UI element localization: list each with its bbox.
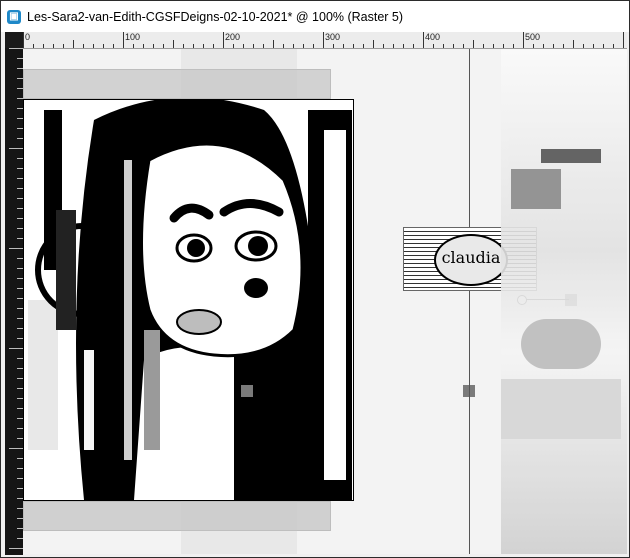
app-icon: ▣ [7,9,21,24]
ruler-tick [173,40,174,48]
ruler-tick [333,44,334,48]
ruler-tick [53,44,54,48]
ruler-tick [283,44,284,48]
ruler-label-400: 400 [425,32,441,42]
ruler-tick [243,44,244,48]
vertical-ruler-tick [9,548,23,549]
ruler-tick [373,40,374,48]
ruler-tick [483,44,484,48]
ruler-label-500: 500 [525,32,541,42]
ruler-tick [403,44,404,48]
ruler-tick [273,40,274,48]
ruler-tick [613,44,614,48]
vertical-ruler-tick [9,348,23,349]
ruler-tick [83,44,84,48]
ruler-tick [473,40,474,48]
ruler-tick [523,32,524,48]
image-canvas[interactable]: claudia [23,49,627,554]
ruler-corner [5,32,23,48]
ruler-tick [543,44,544,48]
ruler-tick [73,40,74,48]
ruler-tick [453,44,454,48]
ruler-tick [143,44,144,48]
ruler-tick [153,44,154,48]
ruler-tick [353,44,354,48]
ruler-tick [293,44,294,48]
watermark-text: claudia [441,248,501,267]
ruler-tick [183,44,184,48]
ruler-tick [573,40,574,48]
vertical-ruler-tick [9,248,23,249]
ruler-tick [223,32,224,48]
ruler-tick [443,44,444,48]
vertical-ruler-tick [9,148,23,149]
ruler-tick [113,44,114,48]
right-artwork [501,49,627,554]
ruler-tick [23,32,24,48]
ruler-tick [123,32,124,48]
ruler-tick [493,44,494,48]
ruler-tick [133,44,134,48]
ruler-tick [623,32,624,48]
ruler-tick [393,44,394,48]
ruler-tick [203,44,204,48]
horizontal-ruler[interactable]: 0 100 200 300 400 500 [23,32,627,49]
ruler-tick [463,44,464,48]
ruler-tick [63,44,64,48]
ruler-tick [433,44,434,48]
ruler-tick [103,44,104,48]
portrait-artwork [23,99,354,501]
ruler-tick [163,44,164,48]
ruler-tick [263,44,264,48]
window-title: Les-Sara2-van-Edith-CGSFDeigns-02-10-202… [27,9,404,24]
ruler-tick [233,44,234,48]
ruler-tick [583,44,584,48]
ruler-tick [303,44,304,48]
document-window: ▣ Les-Sara2-van-Edith-CGSFDeigns-02-10-2… [0,0,630,558]
ruler-tick [363,44,364,48]
ruler-tick [593,44,594,48]
ruler-tick [253,44,254,48]
ruler-label-0: 0 [25,32,31,42]
watermark-circle: claudia [434,234,508,286]
ruler-tick [563,44,564,48]
ruler-tick [43,44,44,48]
vertical-ruler[interactable] [5,48,23,555]
ruler-label-100: 100 [125,32,141,42]
ruler-tick [213,44,214,48]
title-bar[interactable]: ▣ Les-Sara2-van-Edith-CGSFDeigns-02-10-2… [1,1,629,32]
ruler-tick [553,44,554,48]
ruler-tick [513,44,514,48]
vertical-ruler-tick [9,48,23,49]
ruler-tick [413,44,414,48]
ruler-tick [93,44,94,48]
guide-line-vertical[interactable] [469,49,470,554]
ruler-tick [323,32,324,48]
ruler-tick [503,44,504,48]
ruler-tick [603,44,604,48]
ruler-tick [193,44,194,48]
ruler-tick [423,32,424,48]
selection-handle-center[interactable] [241,385,253,397]
portrait-illustration [28,100,352,500]
vertical-ruler-tick [9,448,23,449]
ruler-label-300: 300 [325,32,341,42]
ruler-tick [33,44,34,48]
ruler-tick [383,44,384,48]
ruler-tick [343,44,344,48]
ruler-tick [313,44,314,48]
ruler-label-200: 200 [225,32,241,42]
ruler-tick [533,44,534,48]
